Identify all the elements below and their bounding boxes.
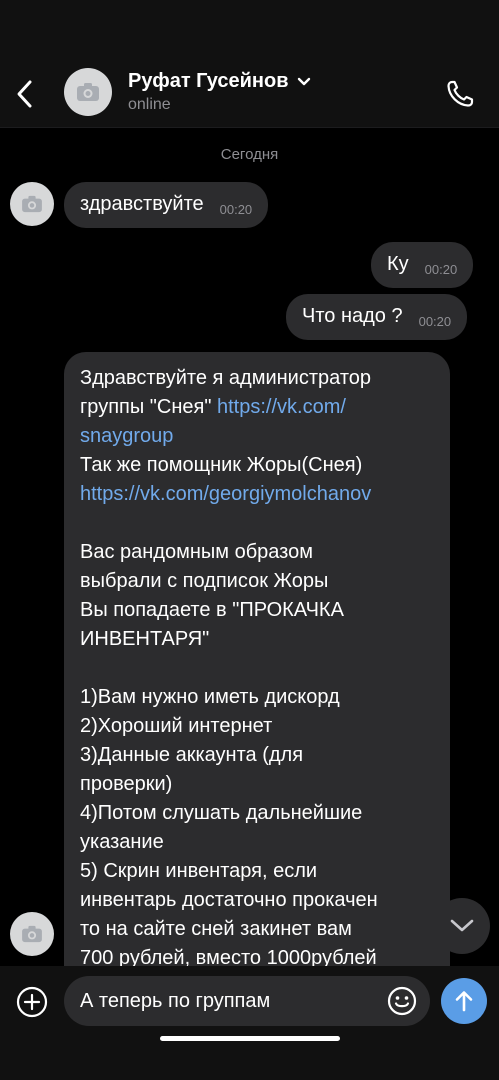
camera-icon [22,925,42,943]
message-line: 700 рублей, вместо 1000рублей [80,947,377,966]
send-arrow-icon [455,991,473,1012]
message-list[interactable]: Сегодня здравствуйте 00:20 Ку 00:20 Что … [0,128,499,966]
message-bubble-incoming[interactable]: здравствуйте 00:20 [64,182,269,228]
contact-avatar[interactable] [64,68,112,116]
contact-name[interactable]: Руфат Гусейнов [128,70,311,93]
message-bubble-incoming-long[interactable]: Здравствуйте я администратор группы "Сне… [64,352,450,966]
message-line: инвентарь достаточно прокачен [80,889,378,911]
message-line: 1)Вам нужно иметь дискорд [80,686,340,708]
plus-circle-icon [16,986,48,1018]
camera-icon [22,195,42,213]
message-line: 2)Хороший интернет [80,715,273,737]
message-line: Вас рандомным образом [80,541,313,563]
message-link[interactable]: snaygroup [80,422,434,451]
back-icon [17,80,32,108]
message-line: 5) Скрин инвентаря, если [80,860,318,882]
emoji-button[interactable] [386,985,418,1017]
call-button[interactable] [440,74,480,114]
message-link[interactable]: https://vk.com/georgiymolchanov [80,480,434,509]
phone-icon [447,80,474,107]
date-separator: Сегодня [220,146,279,163]
message-text: Ку [387,253,409,275]
contact-name-text: Руфат Гусейнов [128,70,289,92]
chat-header: Руфат Гусейнов online [0,0,499,128]
camera-icon [77,83,99,101]
message-text: Что надо ? [302,305,403,327]
composer [0,966,499,1080]
send-button[interactable] [441,978,487,1024]
attach-button[interactable] [14,984,50,1020]
message-line: ИНВЕНТАРЯ" [80,628,210,650]
back-button[interactable] [8,74,42,114]
message-time: 00:20 [424,262,458,277]
home-indicator [160,1036,340,1041]
message-line: Так же помощник Жоры(Снея) [80,454,363,476]
emoji-icon [387,986,417,1016]
message-line: Вы попадаете в "ПРОКАЧКА [80,599,344,621]
message-link[interactable]: https://vk.com/ [217,396,346,418]
chevron-down-icon [297,77,310,85]
message-line: 4)Потом слушать дальнейшие [80,802,363,824]
message-time: 00:20 [219,202,253,217]
message-input[interactable] [80,976,380,1026]
message-bubble-outgoing[interactable]: Что надо ? 00:20 [286,294,468,340]
message-line: указание [80,831,164,853]
chevron-down-icon [450,919,474,932]
message-time: 00:20 [418,314,452,329]
message-input-wrapper [64,976,430,1026]
contact-status: online [128,96,171,113]
message-line: то на сайте сней закинет вам [80,918,352,940]
message-line: группы "Снея" https://vk.com/ [80,396,346,418]
message-avatar[interactable] [10,912,54,956]
message-line: Здравствуйте я администратор [80,367,371,389]
message-line: выбрали с подписок Жоры [80,570,329,592]
message-avatar[interactable] [10,182,54,226]
message-bubble-outgoing[interactable]: Ку 00:20 [371,242,474,288]
message-line: проверки) [80,773,173,795]
scroll-to-bottom-button[interactable] [434,898,490,954]
message-line: 3)Данные аккаунта (для [80,744,304,766]
message-text: здравствуйте [80,193,204,215]
